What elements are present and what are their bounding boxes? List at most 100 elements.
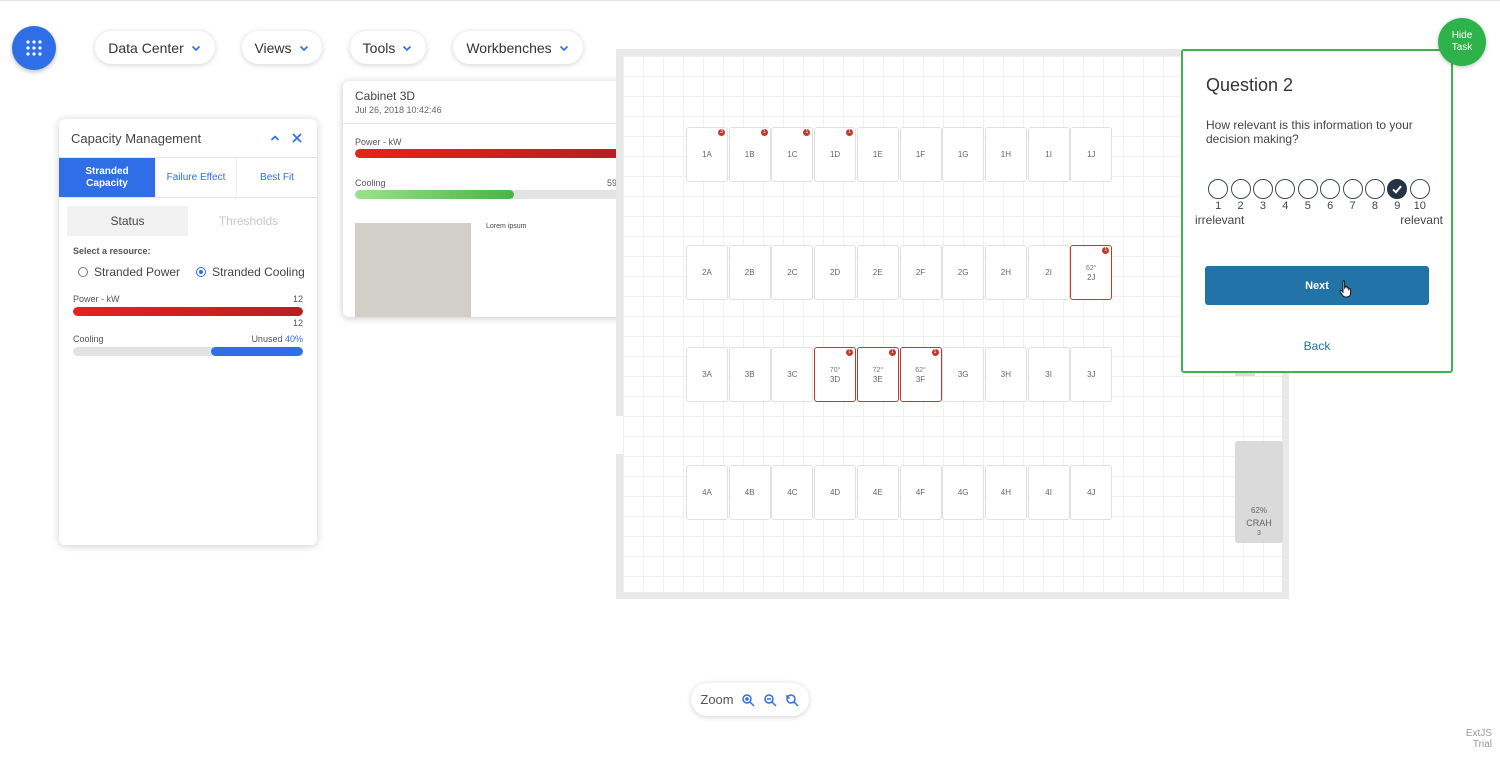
cabinet-3g[interactable]: 3G xyxy=(942,347,985,402)
cabinet-label: 1I xyxy=(1045,150,1052,159)
radio-stranded-cooling[interactable] xyxy=(196,267,207,277)
cabinet-4c[interactable]: 4C xyxy=(771,465,814,520)
nav-workbenches[interactable]: Workbenches xyxy=(453,31,583,64)
nav-tools[interactable]: Tools xyxy=(350,31,426,64)
scale-option-5[interactable]: 5 xyxy=(1297,179,1319,212)
back-link[interactable]: Back xyxy=(1183,339,1451,353)
scale-option-9[interactable]: 9 xyxy=(1386,179,1408,212)
cabinet-1j[interactable]: 1J xyxy=(1070,127,1113,182)
zoom-control: Zoom xyxy=(691,683,809,716)
cabinet-label: 3C xyxy=(787,370,798,379)
zoom-in-button[interactable] xyxy=(740,692,756,708)
power-bar xyxy=(355,149,625,158)
crah-label: CRAH xyxy=(1246,518,1272,528)
crah-unit[interactable]: 62% CRAH 3 xyxy=(1235,441,1283,543)
cabinet-4a[interactable]: 4A xyxy=(686,465,728,520)
cabinet-4b[interactable]: 4B xyxy=(728,465,771,520)
cabinet-1f[interactable]: 1F xyxy=(899,127,942,182)
next-button[interactable]: Next xyxy=(1205,266,1429,305)
subtab-status[interactable]: Status xyxy=(67,206,188,236)
empty-circle-icon xyxy=(1252,179,1273,199)
cabinet-1d[interactable]: 1 1D xyxy=(814,127,857,182)
cabinet-3b[interactable]: 3B xyxy=(728,347,771,402)
next-label: Next xyxy=(1305,279,1329,292)
collapse-button[interactable] xyxy=(267,130,283,146)
cabinet-label: 1H xyxy=(1000,150,1011,159)
cabinet-1a[interactable]: 3 1A xyxy=(686,127,728,182)
zoom-out-button[interactable] xyxy=(762,692,778,708)
cabinet-2e[interactable]: 2E xyxy=(856,245,899,300)
zoom-reset-icon xyxy=(785,693,799,707)
nav-data-center[interactable]: Data Center xyxy=(95,31,215,64)
tab-best-fit[interactable]: Best Fit xyxy=(236,158,317,197)
cabinet-4i[interactable]: 4I xyxy=(1027,465,1070,520)
scale-option-7[interactable]: 7 xyxy=(1341,179,1363,212)
cabinet-label: 1F xyxy=(915,150,926,159)
alert-badge: 1 xyxy=(846,349,854,356)
cabinet-2b[interactable]: 2B xyxy=(728,245,771,300)
cabinet-2d[interactable]: 2D xyxy=(814,245,857,300)
cabinet-2h[interactable]: 2H xyxy=(984,245,1027,300)
scale-option-1[interactable]: 1 xyxy=(1207,179,1229,212)
cabinet-label: 1E xyxy=(872,150,883,159)
cabinet-2g[interactable]: 2G xyxy=(942,245,985,300)
cabinet-1c[interactable]: 1 1C xyxy=(771,127,814,182)
cabinet-2i[interactable]: 2I xyxy=(1027,245,1070,300)
cabinet-label: 1J xyxy=(1087,150,1096,159)
scale-option-8[interactable]: 8 xyxy=(1364,179,1386,212)
cabinet-4d[interactable]: 4D xyxy=(814,465,857,520)
radio-label: Stranded Cooling xyxy=(212,265,305,279)
cabinet-1i[interactable]: 1I xyxy=(1027,127,1070,182)
scale-option-3[interactable]: 3 xyxy=(1252,179,1274,212)
cabinet-3f[interactable]: 1 62° 3F xyxy=(899,347,942,402)
cabinet-3h[interactable]: 3H xyxy=(984,347,1027,402)
cabinet-label: 2E xyxy=(872,268,883,277)
radio-stranded-power[interactable] xyxy=(78,267,88,277)
cabinet-2a[interactable]: 2A xyxy=(686,245,728,300)
cooling-bar-fill xyxy=(355,190,515,199)
nav-views[interactable]: Views xyxy=(242,31,322,64)
cabinet-temp: 62° xyxy=(1086,264,1097,272)
cabinet-4j[interactable]: 4J xyxy=(1070,465,1113,520)
scale-option-2[interactable]: 2 xyxy=(1229,179,1251,212)
cabinet-4f[interactable]: 4F xyxy=(899,465,942,520)
cabinet-title: Cabinet 3D xyxy=(355,89,416,103)
scale-number: 7 xyxy=(1349,200,1356,212)
cabinet-3c[interactable]: 3C xyxy=(771,347,814,402)
scale-option-10[interactable]: 10 xyxy=(1409,179,1431,212)
cabinet-3e[interactable]: 1 72° 3E xyxy=(856,347,899,402)
cabinet-3j[interactable]: 3J xyxy=(1070,347,1113,402)
close-button[interactable] xyxy=(289,130,305,146)
cabinet-3d[interactable]: 1 70° 3D xyxy=(814,347,857,402)
divider xyxy=(343,123,651,124)
scale-option-4[interactable]: 4 xyxy=(1274,179,1296,212)
cabinet-2j[interactable]: 1 62° 2J xyxy=(1070,245,1113,300)
scale-option-6[interactable]: 6 xyxy=(1319,179,1341,212)
status-subtabs: Status Thresholds xyxy=(67,206,309,236)
cabinet-label: 2C xyxy=(787,268,798,277)
cabinet-1g[interactable]: 1G xyxy=(942,127,985,182)
tab-failure-effect[interactable]: Failure Effect xyxy=(155,158,236,197)
cabinet-label: 2H xyxy=(1000,268,1011,277)
cabinet-2c[interactable]: 2C xyxy=(771,245,814,300)
cabinet-4h[interactable]: 4H xyxy=(984,465,1027,520)
metric-label: Cooling xyxy=(73,334,104,344)
question-panel: Question 2 How relevant is this informat… xyxy=(1181,49,1453,373)
cabinet-1h[interactable]: 1H xyxy=(984,127,1027,182)
cabinet-1b[interactable]: 1 1B xyxy=(728,127,771,182)
subtab-thresholds[interactable]: Thresholds xyxy=(188,206,309,236)
cabinet-3a[interactable]: 3A xyxy=(686,347,728,402)
tab-stranded-capacity[interactable]: Stranded Capacity xyxy=(59,158,155,197)
cabinet-4g[interactable]: 4G xyxy=(942,465,985,520)
cabinet-1e[interactable]: 1E xyxy=(856,127,899,182)
cabinet-label: 2B xyxy=(744,268,755,277)
cabinet-label: 1B xyxy=(744,150,755,159)
cabinet-3i[interactable]: 3I xyxy=(1027,347,1070,402)
cabinet-temp: 70° xyxy=(829,366,841,374)
zoom-out-icon xyxy=(763,693,777,707)
cabinet-2f[interactable]: 2F xyxy=(899,245,942,300)
zoom-reset-button[interactable] xyxy=(784,692,800,708)
app-grid-button[interactable] xyxy=(12,26,56,70)
cabinet-4e[interactable]: 4E xyxy=(856,465,899,520)
hide-task-button[interactable]: Hide Task xyxy=(1438,18,1486,66)
